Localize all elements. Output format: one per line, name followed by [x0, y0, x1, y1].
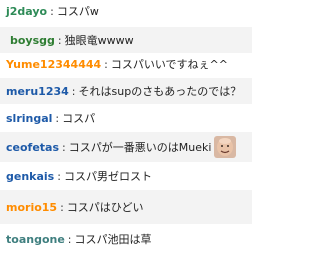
chat-text: コスパいいですねぇ^^ — [110, 58, 228, 71]
chat-username[interactable]: ceofetas — [6, 141, 59, 154]
bald-face-emote — [214, 136, 237, 158]
chat-log: j2dayo : コスパw boysgg : 独眼竜wwww Yume12344… — [0, 0, 252, 260]
chat-text: コスパ — [62, 112, 96, 125]
chat-text: コスパw — [56, 5, 99, 18]
chat-message: slringal : コスパ — [0, 106, 252, 130]
chat-message: Yume12344444 : コスパいいですねぇ^^ — [0, 53, 252, 75]
chat-text: コスパ池田は草 — [74, 233, 152, 246]
chat-text: 独眼竜wwww — [64, 34, 134, 47]
chat-username[interactable]: j2dayo — [6, 5, 47, 18]
chat-username[interactable]: boysgg — [10, 34, 55, 47]
chat-separator: : — [71, 84, 76, 98]
chat-separator: : — [104, 57, 108, 71]
chat-message: meru1234 : それはsupのさもあったのでは？ — [0, 78, 252, 104]
chat-username[interactable]: genkais — [6, 170, 54, 183]
chat-username[interactable]: meru1234 — [6, 85, 69, 98]
chat-username[interactable]: morio15 — [6, 201, 57, 214]
chat-username[interactable]: toangone — [6, 233, 65, 246]
chat-message: boysgg : 独眼竜wwww — [0, 27, 252, 53]
chat-separator: : — [57, 169, 61, 183]
chat-text: コスパ男ゼロスト — [63, 170, 152, 183]
chat-separator: : — [67, 232, 72, 246]
chat-separator: : — [55, 111, 60, 125]
chat-separator: : — [50, 4, 54, 18]
chat-message: toangone : コスパ池田は草 — [0, 226, 252, 252]
chat-separator: : — [60, 200, 64, 214]
chat-separator: : — [57, 33, 62, 47]
chat-separator: : — [62, 140, 66, 154]
chat-text: コスパはひどい — [66, 201, 144, 214]
chat-username[interactable]: slringal — [6, 112, 52, 125]
chat-message: j2dayo : コスパw — [0, 0, 252, 22]
chat-username[interactable]: Yume12344444 — [6, 58, 101, 71]
chat-message: ceofetas : コスパが一番悪いのはMueki — [0, 132, 252, 162]
chat-message: morio15 : コスパはひどい — [0, 190, 252, 224]
chat-text: コスパが一番悪いのはMueki — [68, 141, 212, 154]
chat-message: genkais : コスパ男ゼロスト — [0, 164, 252, 188]
chat-text: それはsupのさもあったのでは？ — [78, 85, 242, 98]
